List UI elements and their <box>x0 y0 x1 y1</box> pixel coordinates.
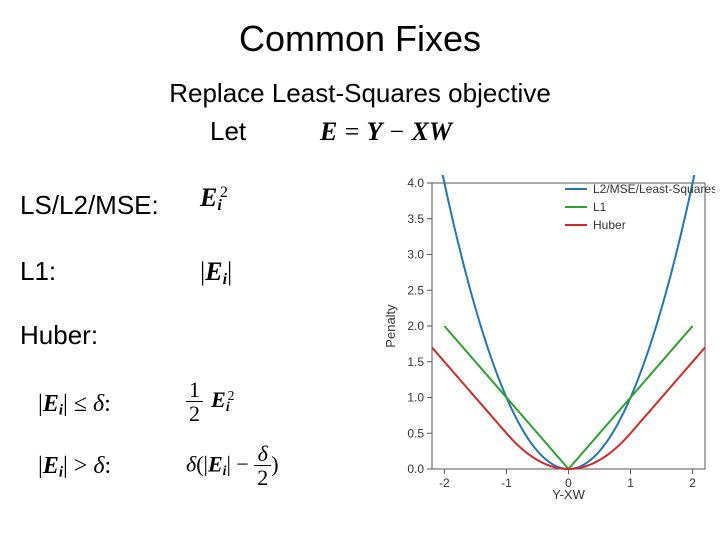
svg-text:0.5: 0.5 <box>407 426 424 440</box>
svg-text:-2: -2 <box>439 476 450 490</box>
equation-l1: |Ei| <box>200 256 232 289</box>
svg-text:Huber: Huber <box>593 218 626 232</box>
svg-text:1: 1 <box>627 476 634 490</box>
svg-text:1.5: 1.5 <box>407 355 424 369</box>
svg-text:2: 2 <box>689 476 696 490</box>
huber-condition-1: |Ei| ≤ δ: <box>38 390 111 420</box>
slide-title: Common Fixes <box>0 18 720 60</box>
svg-text:L2/MSE/Least-Squares: L2/MSE/Least-Squares <box>593 182 715 196</box>
let-word: Let <box>210 116 246 147</box>
equation-ls: Ei2 <box>200 182 228 215</box>
penalty-comparison-chart: -2-10120.00.51.01.52.02.53.03.54.0Y-XWPe… <box>380 175 715 505</box>
svg-text:-1: -1 <box>501 476 512 490</box>
svg-text:0.0: 0.0 <box>407 462 424 476</box>
label-l1: L1: <box>20 256 56 287</box>
label-ls-l2-mse: LS/L2/MSE: <box>20 190 159 221</box>
label-huber: Huber: <box>20 320 98 351</box>
slide-subtitle: Replace Least-Squares objective <box>0 78 720 109</box>
svg-text:Y-XW: Y-XW <box>552 487 585 502</box>
svg-text:1.0: 1.0 <box>407 391 424 405</box>
equation-let: E = Y − XW <box>320 116 452 147</box>
huber-equation-2: δ(|Ei| − δ2) <box>186 442 279 489</box>
svg-text:L1: L1 <box>593 200 607 214</box>
svg-text:4.0: 4.0 <box>407 176 424 190</box>
huber-condition-2: |Ei| > δ: <box>38 452 111 482</box>
svg-text:2.0: 2.0 <box>407 319 424 333</box>
slide-root: Common Fixes Replace Least-Squares objec… <box>0 0 720 540</box>
huber-equation-1: 12 Ei2 <box>186 378 234 425</box>
svg-text:3.5: 3.5 <box>407 212 424 226</box>
svg-text:Penalty: Penalty <box>383 304 398 348</box>
svg-text:3.0: 3.0 <box>407 248 424 262</box>
svg-text:2.5: 2.5 <box>407 283 424 297</box>
